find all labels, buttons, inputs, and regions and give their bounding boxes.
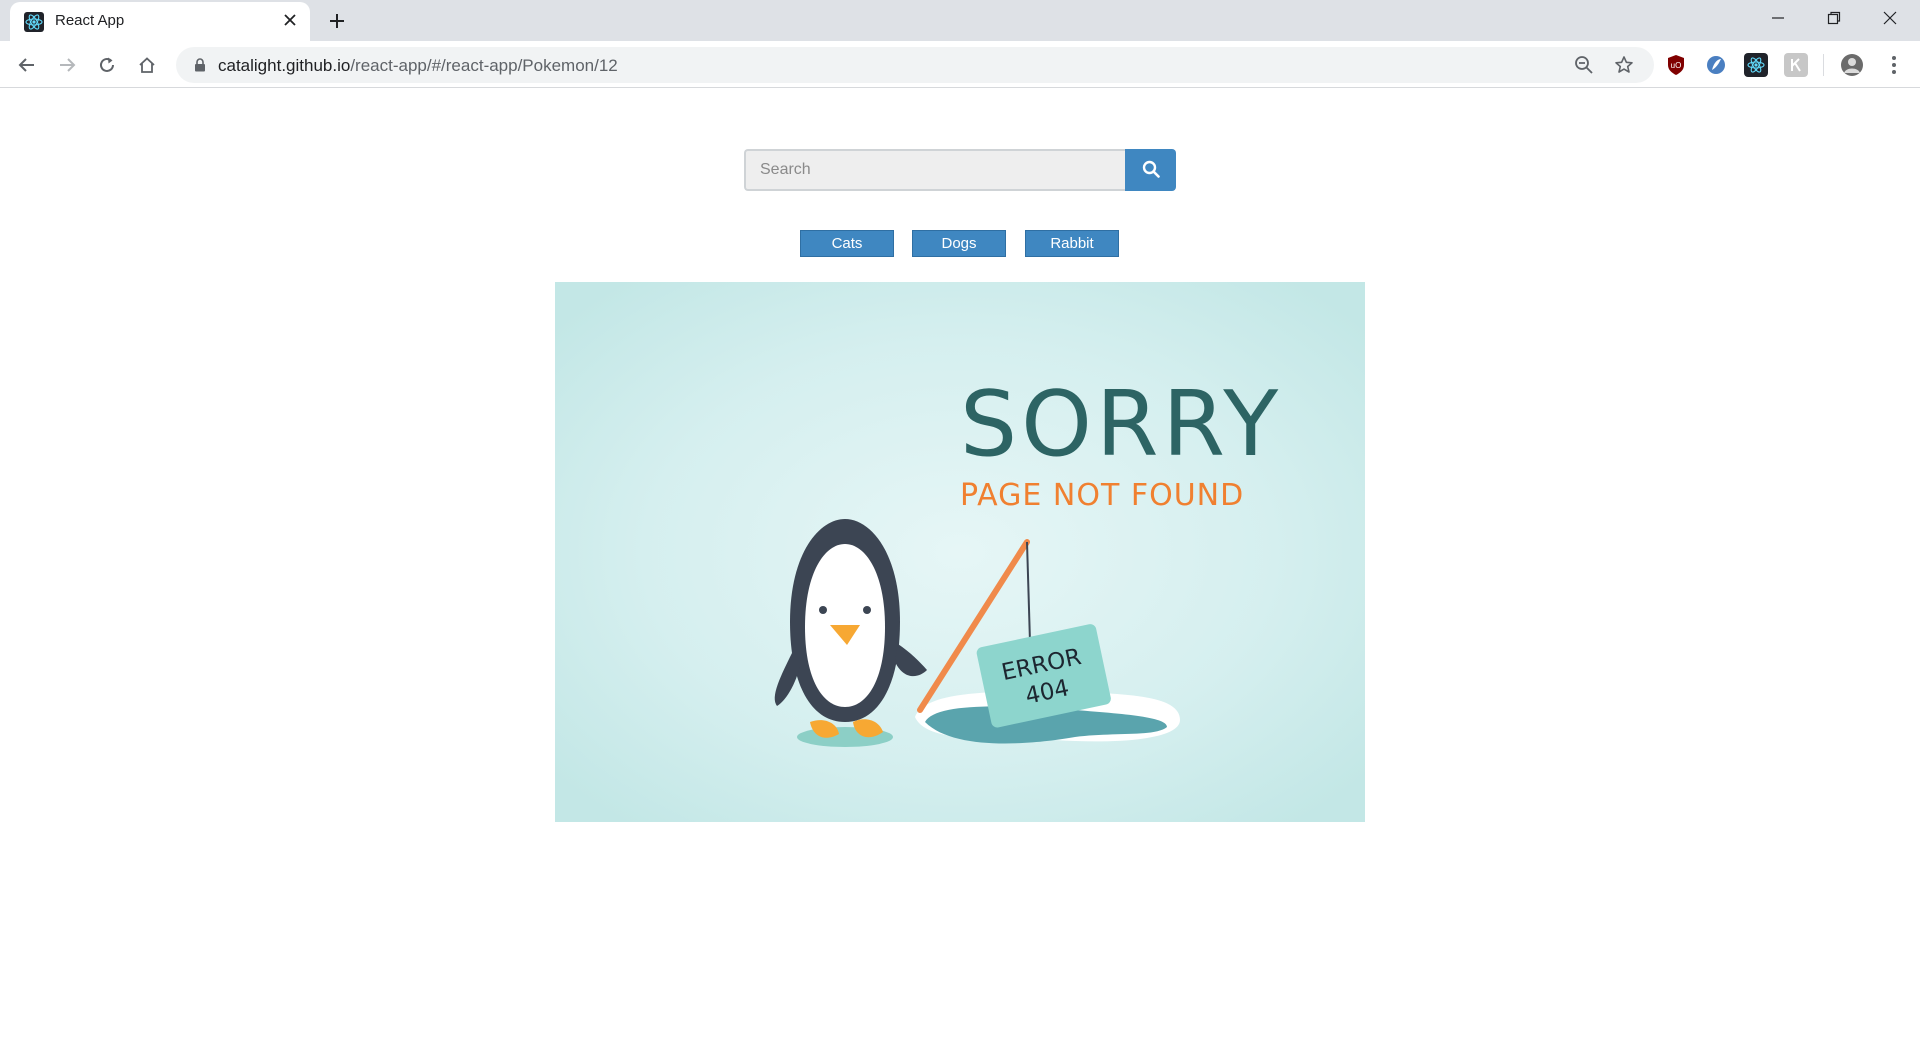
back-icon[interactable]	[12, 50, 42, 80]
page-not-found-subheading: PAGE NOT FOUND	[960, 478, 1245, 513]
tab-title: React App	[55, 12, 125, 29]
browser-toolbar: catalight.github.io/react-app/#/react-ap…	[0, 41, 1920, 88]
search-icon	[1142, 160, 1160, 181]
url-host: catalight.github.io	[218, 56, 351, 75]
ublock-extension-icon[interactable]: uO	[1664, 53, 1688, 77]
not-found-illustration: ERROR 404 SORRY PAGE NOT FOUND	[555, 282, 1365, 822]
zoom-out-icon[interactable]	[1572, 53, 1596, 77]
toolbar-divider	[1823, 54, 1824, 76]
browser-tab[interactable]: React App	[10, 2, 310, 41]
restore-icon[interactable]	[1806, 0, 1862, 36]
generic-extension-icon[interactable]	[1784, 53, 1808, 77]
menu-dots-icon[interactable]	[1882, 53, 1906, 77]
react-favicon-icon	[24, 12, 44, 32]
url-path: /react-app/#/react-app/Pokemon/12	[350, 56, 618, 75]
star-icon[interactable]	[1612, 53, 1636, 77]
lock-icon[interactable]	[194, 58, 206, 77]
forward-icon[interactable]	[52, 50, 82, 80]
dogs-button[interactable]: Dogs	[912, 230, 1006, 257]
cats-button[interactable]: Cats	[800, 230, 894, 257]
svg-text:uO: uO	[1671, 61, 1682, 70]
url-text[interactable]: catalight.github.io/react-app/#/react-ap…	[218, 56, 618, 76]
home-icon[interactable]	[132, 50, 162, 80]
tab-strip: React App	[0, 0, 1920, 41]
address-bar[interactable]: catalight.github.io/react-app/#/react-ap…	[176, 47, 1654, 83]
window-close-icon[interactable]	[1862, 0, 1918, 36]
search-input[interactable]	[744, 149, 1126, 191]
penguin-fishing-image: ERROR 404	[555, 282, 1365, 822]
rabbit-button[interactable]: Rabbit	[1025, 230, 1119, 257]
reload-icon[interactable]	[92, 50, 122, 80]
profile-avatar-icon[interactable]	[1840, 53, 1864, 77]
shield-extension-icon[interactable]	[1704, 53, 1728, 77]
search-button[interactable]	[1125, 149, 1176, 191]
react-devtools-icon[interactable]	[1744, 53, 1768, 77]
minimize-icon[interactable]	[1750, 0, 1806, 36]
close-icon[interactable]	[278, 8, 302, 32]
plus-icon[interactable]	[322, 6, 352, 36]
search-bar	[744, 149, 1176, 191]
sorry-heading: SORRY	[960, 372, 1283, 477]
